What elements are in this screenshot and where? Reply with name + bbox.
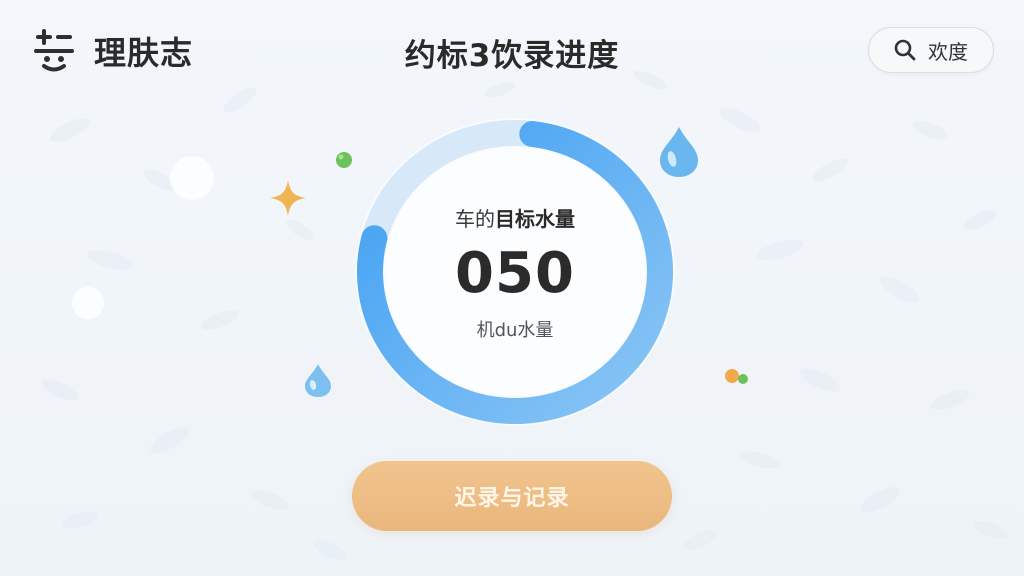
sparkle-star-icon [270,180,306,216]
goal-label: 车的目标水量 [455,203,575,232]
goal-label-prefix: 车的 [455,206,495,231]
search-button[interactable]: 欢度 [868,27,994,73]
progress-center: 车的目标水量 050 机du水量 [354,117,676,427]
goal-label-strong: 目标水量 [495,206,575,231]
record-button-label: 迟录与记录 [454,486,570,511]
search-button-label: 欢度 [928,39,968,64]
record-button[interactable]: 迟录与记录 [352,461,672,531]
small-water-drop-icon [305,364,331,397]
search-icon [894,39,916,61]
goal-sub-label: 机du水量 [476,319,554,341]
header-bar: 理肤志 约标3饮录进度 欢度 [0,0,1024,100]
orange-bubbles-icon [725,369,748,384]
progress-ring: 车的目标水量 050 机du水量 [354,117,676,427]
goal-value: 050 [455,240,575,306]
green-bubble-icon [336,152,352,168]
